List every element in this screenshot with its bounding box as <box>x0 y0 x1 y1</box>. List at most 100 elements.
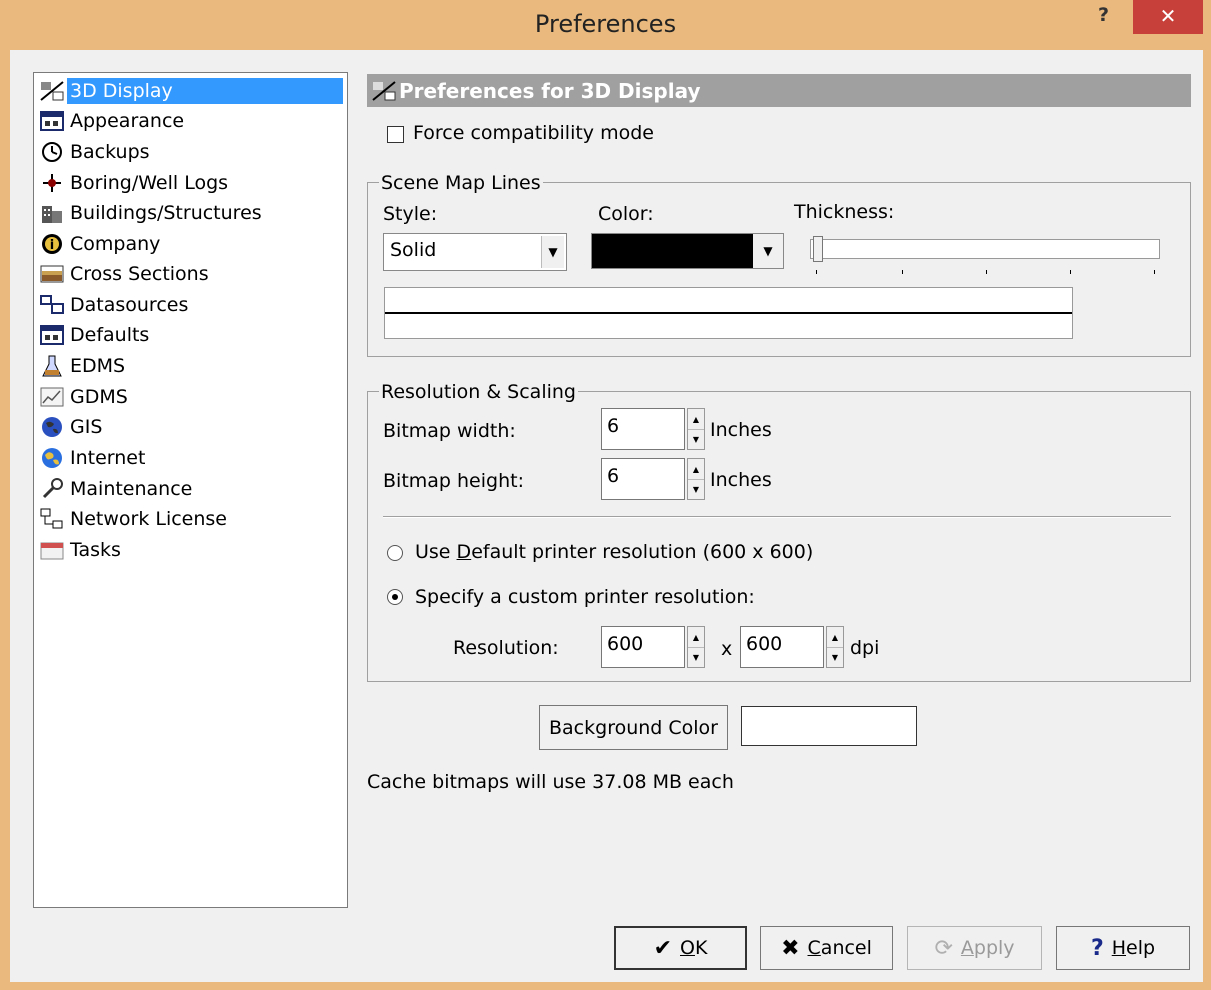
nav-label: Buildings/Structures <box>70 202 262 224</box>
thickness-slider-thumb[interactable] <box>813 236 823 262</box>
slider-tick <box>986 270 987 274</box>
category-list[interactable]: 3D Display Appearance Backups Boring/Wel… <box>33 72 348 908</box>
custom-resolution-radio[interactable] <box>387 589 403 605</box>
nav-item-appearance[interactable]: Appearance <box>37 107 345 135</box>
dialog-client: 3D Display Appearance Backups Boring/Wel… <box>10 50 1203 982</box>
apply-button[interactable]: ⟳ Apply <box>907 926 1042 970</box>
3d-display-icon <box>369 78 399 104</box>
apply-accel: A <box>960 937 974 959</box>
3d-display-icon <box>37 78 67 104</box>
window-title: Preferences <box>534 10 677 38</box>
custom-resolution-label: Specify a custom printer resolution: <box>415 586 755 608</box>
nav-label: Network License <box>70 508 228 530</box>
checkmark-icon: ✔ <box>653 935 672 961</box>
nav-item-datasources[interactable]: Datasources <box>37 291 345 319</box>
bitmap-height-input[interactable]: 6 <box>601 458 685 500</box>
bitmap-height-spinner[interactable]: ▲ ▼ <box>687 458 705 500</box>
panel-header: Preferences for 3D Display <box>367 74 1191 107</box>
cancel-button[interactable]: ✖ Cancel <box>760 926 893 970</box>
color-label: Color: <box>598 203 654 225</box>
nav-label: Tasks <box>70 539 121 561</box>
nav-item-company[interactable]: i Company <box>37 230 345 258</box>
nav-item-network-license[interactable]: Network License <box>37 505 345 533</box>
thickness-label: Thickness: <box>794 201 895 223</box>
resolution-x-value: 600 <box>607 633 644 655</box>
nav-item-gdms[interactable]: GDMS <box>37 383 345 411</box>
nav-item-boring-well-logs[interactable]: Boring/Well Logs <box>37 169 345 197</box>
nav-label: Internet <box>70 447 146 469</box>
scene-map-lines-legend: Scene Map Lines <box>379 172 543 194</box>
bitmap-width-value: 6 <box>607 415 620 437</box>
wrench-icon <box>37 476 67 502</box>
bitmap-width-label: Bitmap width: <box>383 420 516 442</box>
tasks-icon <box>37 537 67 563</box>
svg-text:i: i <box>50 238 54 253</box>
bitmap-height-label: Bitmap height: <box>383 470 524 492</box>
spin-down-icon[interactable]: ▼ <box>688 647 704 667</box>
chevron-down-icon[interactable]: ▼ <box>541 236 564 268</box>
spin-down-icon[interactable]: ▼ <box>688 479 704 499</box>
spin-up-icon[interactable]: ▲ <box>688 459 704 480</box>
internet-icon <box>37 445 67 471</box>
nav-label: GDMS <box>70 386 128 408</box>
nav-item-maintenance[interactable]: Maintenance <box>37 475 345 503</box>
resolution-y-input[interactable]: 600 <box>740 626 824 668</box>
chevron-down-icon[interactable]: ▼ <box>753 234 783 268</box>
nav-item-edms[interactable]: EDMS <box>37 352 345 380</box>
nav-item-3d-display[interactable]: 3D Display <box>37 77 345 105</box>
nav-item-tasks[interactable]: Tasks <box>37 536 345 564</box>
nav-item-buildings-structures[interactable]: Buildings/Structures <box>37 199 345 227</box>
slider-tick <box>1154 270 1155 274</box>
resolution-y-spinner[interactable]: ▲ ▼ <box>826 626 844 668</box>
help-button[interactable]: ? Help <box>1056 926 1190 970</box>
nav-label: Cross Sections <box>70 263 209 285</box>
title-bar: Preferences ? ✕ <box>0 0 1211 50</box>
force-compatibility-checkbox[interactable] <box>387 126 404 143</box>
spin-up-icon[interactable]: ▲ <box>827 627 843 648</box>
network-license-icon <box>37 506 67 532</box>
bitmap-width-spinner[interactable]: ▲ ▼ <box>687 408 705 450</box>
style-select[interactable]: Solid ▼ <box>383 233 567 271</box>
nav-item-defaults[interactable]: Defaults <box>37 321 345 349</box>
default-resolution-radio[interactable] <box>387 545 403 561</box>
background-color-swatch[interactable] <box>741 706 917 746</box>
gis-icon <box>37 414 67 440</box>
default-resolution-suffix: efault printer resolution (600 x 600) <box>471 541 814 563</box>
bitmap-width-units: Inches <box>710 419 772 441</box>
ok-accel: O <box>680 937 695 959</box>
nav-item-cross-sections[interactable]: Cross Sections <box>37 260 345 288</box>
nav-label: Maintenance <box>70 478 193 500</box>
company-icon: i <box>37 231 67 257</box>
thickness-slider-track[interactable] <box>810 239 1160 259</box>
nav-item-gis[interactable]: GIS <box>37 413 345 441</box>
close-button[interactable]: ✕ <box>1133 0 1203 34</box>
spin-down-icon[interactable]: ▼ <box>827 647 843 667</box>
resolution-x-input[interactable]: 600 <box>601 626 685 668</box>
question-icon: ? <box>1090 935 1104 961</box>
cancel-accel: C <box>807 937 821 959</box>
gdms-icon <box>37 384 67 410</box>
spin-up-icon[interactable]: ▲ <box>688 627 704 648</box>
panel-header-title: Preferences for 3D Display <box>399 78 701 103</box>
nav-label: Appearance <box>70 110 185 132</box>
help-rest: elp <box>1126 937 1156 959</box>
default-resolution-label: Use Default printer resolution (600 x 60… <box>415 541 813 563</box>
background-color-button[interactable]: Background Color <box>539 705 728 750</box>
nav-item-backups[interactable]: Backups <box>37 138 345 166</box>
nav-label: Datasources <box>70 294 189 316</box>
spin-down-icon[interactable]: ▼ <box>688 429 704 449</box>
defaults-icon <box>37 322 67 348</box>
nav-label: Backups <box>70 141 150 163</box>
line-style-preview <box>384 287 1073 339</box>
bitmap-width-input[interactable]: 6 <box>601 408 685 450</box>
line-color-select[interactable]: ▼ <box>591 233 784 269</box>
default-resolution-accel: D <box>456 541 472 563</box>
spin-up-icon[interactable]: ▲ <box>688 409 704 430</box>
help-icon[interactable]: ? <box>1098 4 1109 26</box>
bitmap-height-units: Inches <box>710 469 772 491</box>
x-icon: ✖ <box>781 935 800 961</box>
resolution-x-spinner[interactable]: ▲ ▼ <box>687 626 705 668</box>
ok-button[interactable]: ✔ O K <box>614 926 747 970</box>
separator <box>383 516 1171 518</box>
nav-item-internet[interactable]: Internet <box>37 444 345 472</box>
